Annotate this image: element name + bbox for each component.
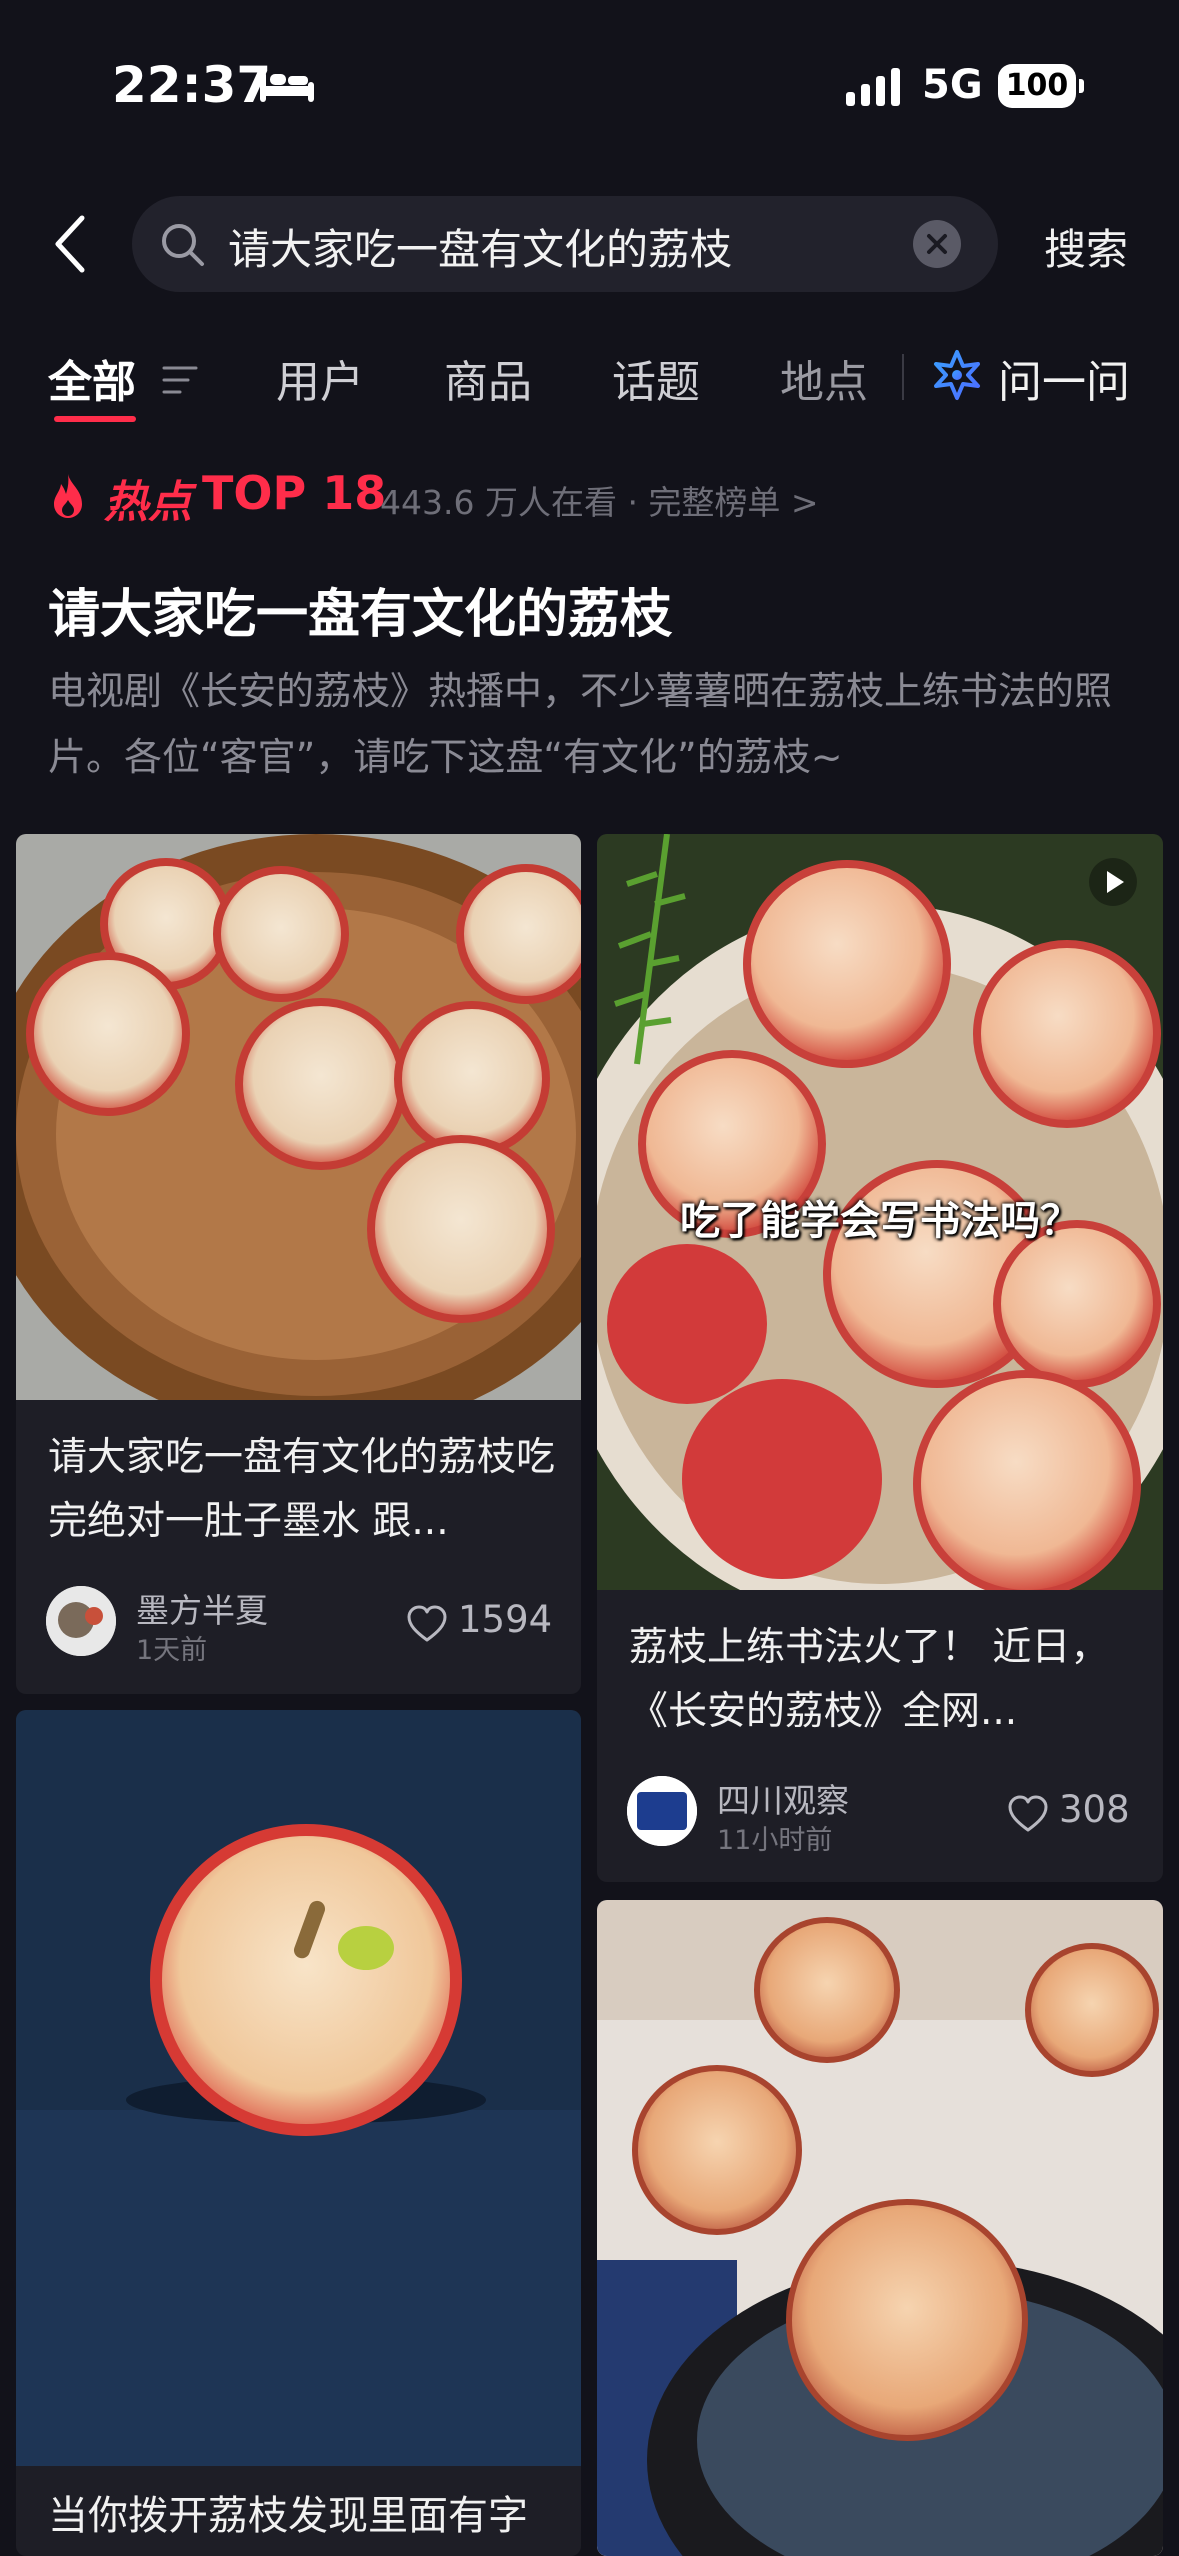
- like-count: 1594: [458, 1598, 553, 1641]
- hot-topic-banner[interactable]: 热点 TOP 18 443.6 万人在看 · 完整榜单 >: [48, 466, 1148, 528]
- status-time: 22:37: [112, 56, 272, 114]
- post-author[interactable]: 四川观察: [717, 1774, 849, 1822]
- post-card[interactable]: 当你拨开荔枝发现里面有字: [16, 1710, 581, 2556]
- network-type: 5G: [922, 62, 983, 108]
- post-image: [16, 834, 581, 1400]
- post-image: [597, 1900, 1163, 2556]
- search-tabs: 全部 用户 商品 话题 地点 问一问: [0, 340, 1179, 440]
- sleep-bed-icon: [260, 72, 314, 102]
- avatar[interactable]: [46, 1586, 116, 1656]
- like-count: 308: [1059, 1788, 1130, 1831]
- active-tab-indicator: [54, 416, 136, 422]
- tab-users[interactable]: 用户: [276, 346, 364, 410]
- post-time: 1天前: [136, 1635, 208, 1666]
- clear-icon[interactable]: [912, 219, 962, 269]
- search-button[interactable]: 搜索: [1044, 216, 1128, 277]
- ask-ai-icon[interactable]: [930, 348, 984, 402]
- post-card[interactable]: 请大家吃一盘有文化的荔枝吃完绝对一肚子墨水 跟... 墨方半夏 1天前 1594: [16, 834, 581, 1694]
- tab-topics[interactable]: 话题: [612, 346, 700, 410]
- hot-label: 热点: [104, 477, 192, 528]
- post-author[interactable]: 墨方半夏: [136, 1584, 268, 1632]
- hot-rank: TOP 18: [202, 466, 387, 520]
- back-icon[interactable]: [50, 212, 90, 276]
- video-play-icon: [1089, 858, 1137, 906]
- filter-icon[interactable]: [160, 362, 200, 398]
- tab-places[interactable]: 地点: [780, 346, 868, 410]
- avatar-image: [627, 1776, 697, 1846]
- post-title[interactable]: 当你拨开荔枝发现里面有字: [48, 2484, 558, 2548]
- post-card[interactable]: 吃了能学会写书法吗？ 荔枝上练书法火了！ 近日，《长安的荔枝》全网... 四川观…: [597, 834, 1163, 1882]
- search-input[interactable]: 请大家吃一盘有文化的荔枝: [132, 196, 998, 292]
- battery-indicator: 100: [998, 64, 1084, 108]
- topic-title: 请大家吃一盘有文化的荔枝: [48, 585, 673, 645]
- hot-meta-link[interactable]: 443.6 万人在看 · 完整榜单 >: [380, 476, 819, 524]
- battery-level: 100: [1005, 68, 1069, 103]
- avatar-image: [46, 1586, 116, 1656]
- topic-description: 电视剧《长安的荔枝》热播中，不少薯薯晒在荔枝上练书法的照片。各位“客官”，请吃下…: [48, 669, 1113, 779]
- post-time: 11小时前: [717, 1825, 833, 1856]
- fire-icon: [54, 474, 82, 518]
- post-image: [16, 1710, 581, 2466]
- post-title[interactable]: 请大家吃一盘有文化的荔枝吃完绝对一肚子墨水 跟...: [48, 1426, 558, 1554]
- video-caption: 吃了能学会写书法吗？: [680, 1198, 1080, 1244]
- heart-icon[interactable]: [406, 1604, 448, 1644]
- heart-icon[interactable]: [1007, 1794, 1049, 1834]
- status-bar: 22:37 5G 100: [0, 0, 1179, 170]
- tab-all[interactable]: 全部: [48, 346, 136, 410]
- signal-icon: [846, 68, 900, 106]
- post-title[interactable]: 荔枝上练书法火了！ 近日，《长安的荔枝》全网...: [629, 1616, 1139, 1744]
- post-card[interactable]: [597, 1900, 1163, 2556]
- avatar[interactable]: [627, 1776, 697, 1846]
- tab-products[interactable]: 商品: [444, 346, 532, 410]
- tab-ask[interactable]: 问一问: [998, 346, 1130, 410]
- tab-divider: [902, 354, 904, 400]
- search-query[interactable]: 请大家吃一盘有文化的荔枝: [228, 216, 732, 277]
- search-icon: [162, 224, 204, 266]
